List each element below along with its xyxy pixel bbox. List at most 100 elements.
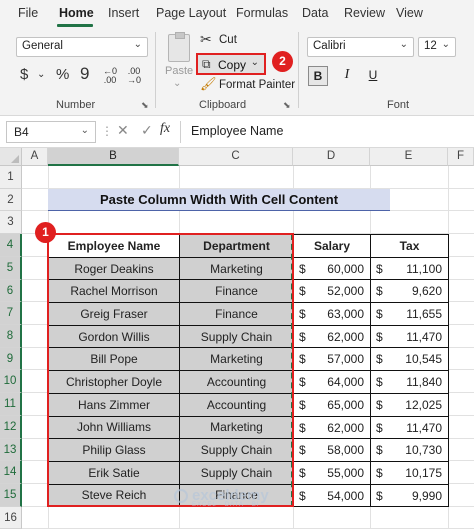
- insert-function-icon[interactable]: fx: [160, 121, 170, 137]
- increase-decimal-button[interactable]: ←0 .00: [100, 67, 120, 85]
- chevron-down-icon: ⌄: [133, 39, 142, 50]
- cell-salary[interactable]: $62,000: [293, 324, 371, 349]
- row-header[interactable]: 7: [0, 302, 22, 325]
- cell-salary[interactable]: $64,000: [293, 370, 371, 394]
- name-box-value: B4: [14, 125, 29, 139]
- tab-view[interactable]: View: [396, 6, 423, 20]
- cell-tax[interactable]: $10,730: [370, 438, 449, 462]
- cell-tax[interactable]: $11,100: [370, 256, 449, 281]
- column-header-e[interactable]: E: [370, 148, 448, 166]
- row-header[interactable]: 3: [0, 211, 22, 234]
- font-name-select[interactable]: Calibri ⌄: [307, 37, 414, 57]
- tab-formulas[interactable]: Formulas: [236, 6, 288, 20]
- tab-review[interactable]: Review: [344, 6, 385, 20]
- tax-value: 11,655: [406, 307, 442, 322]
- percent-style-button[interactable]: %: [56, 66, 69, 83]
- cell-salary[interactable]: $60,000: [293, 256, 371, 281]
- currency-symbol: $: [376, 375, 383, 390]
- cell-salary[interactable]: $55,000: [293, 460, 371, 485]
- tax-value: 10,730: [405, 443, 442, 458]
- tax-value: 12,025: [405, 397, 442, 412]
- column-header-c[interactable]: C: [179, 148, 293, 166]
- currency-symbol: $: [299, 261, 306, 276]
- cell-salary[interactable]: $52,000: [293, 279, 371, 304]
- row-header[interactable]: 4: [0, 234, 22, 257]
- tab-insert[interactable]: Insert: [108, 6, 139, 20]
- enter-icon[interactable]: ✓: [141, 122, 153, 139]
- row-header[interactable]: 14: [0, 461, 22, 484]
- row-header[interactable]: 16: [0, 507, 22, 529]
- formula-bar-divider: [180, 121, 181, 143]
- dialog-launcher-icon[interactable]: ⬊: [141, 100, 149, 111]
- chevron-down-icon[interactable]: ⌄: [251, 57, 259, 68]
- currency-symbol: $: [376, 465, 383, 480]
- column-header-d[interactable]: D: [293, 148, 370, 166]
- font-group-label: Font: [387, 99, 410, 111]
- column-header-a[interactable]: A: [22, 148, 48, 166]
- row-header[interactable]: 6: [0, 280, 22, 302]
- column-header-b[interactable]: B: [48, 148, 179, 166]
- tax-value: 9,620: [411, 284, 442, 299]
- font-size-select[interactable]: 12 ⌄: [418, 37, 456, 57]
- tab-data[interactable]: Data: [302, 6, 328, 20]
- cell-tax[interactable]: $11,470: [370, 415, 449, 440]
- salary-value: 65,000: [327, 397, 364, 412]
- currency-symbol: $: [376, 352, 383, 367]
- chevron-down-icon: ⌄: [399, 39, 408, 50]
- cell-tax[interactable]: $12,025: [370, 392, 449, 417]
- formula-input[interactable]: Employee Name: [191, 124, 283, 138]
- cell-salary[interactable]: $63,000: [293, 302, 371, 326]
- currency-format-button[interactable]: $: [20, 66, 28, 83]
- row-header[interactable]: 9: [0, 348, 22, 370]
- currency-symbol: $: [376, 420, 383, 435]
- column-header-f[interactable]: F: [448, 148, 474, 166]
- italic-button[interactable]: I: [337, 66, 357, 86]
- tab-page-layout[interactable]: Page Layout: [156, 6, 226, 20]
- paste-button-label[interactable]: Paste: [165, 65, 193, 77]
- row-header[interactable]: 12: [0, 416, 22, 439]
- paste-icon[interactable]: [168, 32, 190, 62]
- cell-tax[interactable]: $10,545: [370, 347, 449, 372]
- cell-salary[interactable]: $54,000: [293, 483, 371, 508]
- sheet-title[interactable]: Paste Column Width With Cell Content: [48, 189, 390, 211]
- row-header[interactable]: 2: [0, 189, 22, 211]
- row-header[interactable]: 1: [0, 166, 22, 189]
- number-format-select[interactable]: General ⌄: [16, 37, 148, 57]
- tab-file[interactable]: File: [18, 6, 38, 20]
- dialog-launcher-icon[interactable]: ⬊: [283, 100, 291, 111]
- cell-salary[interactable]: $62,000: [293, 415, 371, 440]
- tax-value: 11,470: [406, 420, 442, 435]
- cell-tax[interactable]: $9,620: [370, 279, 449, 304]
- row-header[interactable]: 8: [0, 325, 22, 348]
- formula-bar-grip-icon[interactable]: ⋮: [101, 124, 113, 138]
- cell-salary[interactable]: $58,000: [293, 438, 371, 462]
- cell-salary[interactable]: $65,000: [293, 392, 371, 417]
- name-box[interactable]: B4 ⌄: [6, 121, 96, 143]
- row-header[interactable]: 5: [0, 257, 22, 280]
- chevron-down-icon[interactable]: ⌄: [173, 78, 181, 89]
- underline-button[interactable]: U: [363, 66, 383, 86]
- cut-button[interactable]: Cut: [219, 34, 237, 46]
- number-format-value: General: [22, 40, 63, 52]
- cell-tax[interactable]: $11,470: [370, 324, 449, 349]
- cell-salary[interactable]: $57,000: [293, 347, 371, 372]
- cell-tax[interactable]: $10,175: [370, 460, 449, 485]
- row-header[interactable]: 11: [0, 393, 22, 416]
- cell-tax[interactable]: $11,840: [370, 370, 449, 394]
- row-header[interactable]: 10: [0, 370, 22, 393]
- comma-style-button[interactable]: 9: [80, 64, 89, 84]
- cell-tax[interactable]: $9,990: [370, 483, 449, 508]
- row-header[interactable]: 15: [0, 484, 22, 507]
- header-salary[interactable]: Salary: [293, 234, 371, 258]
- bold-button[interactable]: B: [308, 66, 328, 86]
- decrease-decimal-button[interactable]: .00 →0: [124, 67, 144, 85]
- cancel-icon[interactable]: ✕: [117, 122, 129, 139]
- format-painter-button[interactable]: Format Painter: [219, 79, 295, 91]
- select-all-button[interactable]: [0, 148, 22, 166]
- row-header[interactable]: 13: [0, 439, 22, 461]
- tab-home[interactable]: Home: [59, 6, 94, 20]
- cell-tax[interactable]: $11,655: [370, 302, 449, 326]
- chevron-down-icon[interactable]: ⌄: [37, 69, 45, 80]
- header-tax[interactable]: Tax: [370, 234, 449, 258]
- copy-button[interactable]: ⧉ Copy ⌄: [196, 53, 266, 75]
